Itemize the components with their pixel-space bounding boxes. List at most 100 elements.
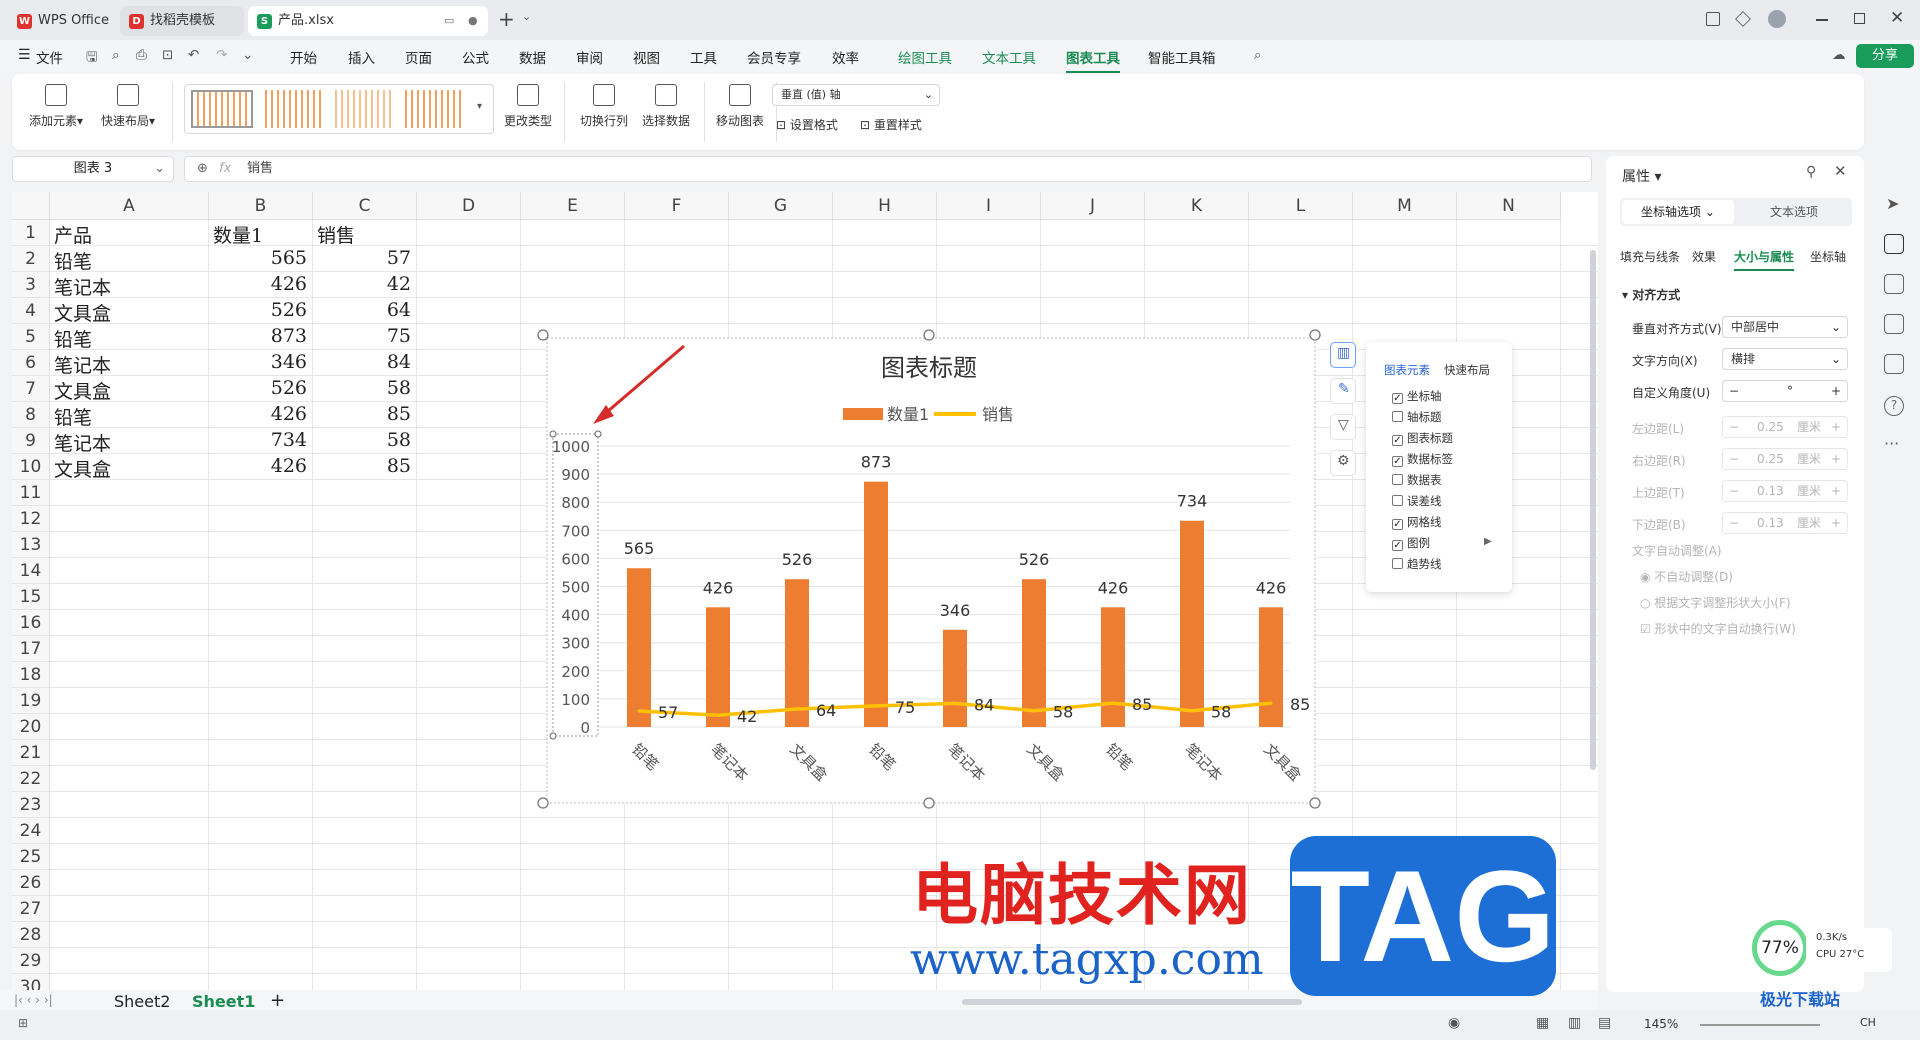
restore-icon[interactable] — [1854, 13, 1865, 24]
row-header[interactable]: 16 — [12, 610, 50, 636]
close-icon[interactable]: ✕ — [1834, 162, 1847, 180]
column-header[interactable]: K — [1145, 192, 1249, 220]
table-cell[interactable]: 铅笔 — [54, 403, 203, 429]
column-header[interactable]: F — [625, 192, 729, 220]
chevron-right-icon[interactable]: ▶ — [1484, 536, 1492, 547]
angle-stepper[interactable]: − ° + — [1722, 380, 1848, 402]
more-icon[interactable]: ⌄ — [242, 47, 253, 63]
more-icon[interactable]: ··· — [1884, 434, 1899, 453]
table-cell[interactable]: 文具盒 — [54, 377, 203, 403]
table-cell[interactable]: 铅笔 — [54, 325, 203, 351]
column-header[interactable]: A — [50, 192, 209, 220]
popup-checkbox-item[interactable]: ✓ 坐标轴 — [1392, 388, 1442, 404]
book-icon[interactable] — [1884, 354, 1904, 374]
menu-page[interactable]: 页面 — [405, 47, 432, 67]
tab-dot-icon[interactable]: ● — [468, 6, 478, 36]
eye-icon[interactable]: ◉ — [1448, 1015, 1460, 1031]
row-header[interactable]: 1 — [12, 220, 50, 246]
share-button[interactable]: 分享 — [1856, 44, 1914, 68]
checkbox-icon[interactable] — [1392, 495, 1403, 506]
margin-stepper[interactable]: −0.25 厘米 + — [1722, 416, 1848, 438]
popup-checkbox-item[interactable]: 轴标题 — [1392, 409, 1442, 425]
row-header[interactable]: 20 — [12, 714, 50, 740]
menu-start[interactable]: 开始 — [290, 47, 317, 67]
row-header[interactable]: 29 — [12, 948, 50, 974]
hamburger-icon[interactable]: ☰ — [18, 47, 31, 63]
table-cell[interactable]: 产品 — [54, 221, 203, 247]
zoom-slider[interactable] — [1700, 1024, 1820, 1026]
row-header[interactable]: 2 — [12, 246, 50, 272]
table-cell[interactable]: 58 — [317, 429, 411, 455]
menu-drawing-tools[interactable]: 绘图工具 — [898, 47, 952, 67]
margin-stepper[interactable]: −0.13 厘米 + — [1722, 512, 1848, 534]
checkbox-icon[interactable]: ✓ — [1392, 393, 1403, 404]
pin-icon[interactable]: ⚲ — [1806, 164, 1816, 180]
cursor-icon[interactable]: ➤ — [1886, 194, 1899, 213]
fx-label[interactable]: fx — [219, 157, 231, 181]
axis-selector[interactable]: 垂直 (值) 轴 ⌄ — [772, 84, 940, 106]
chart-filter-button[interactable]: ▽ — [1330, 414, 1356, 440]
table-cell[interactable]: 346 — [213, 351, 307, 377]
row-header[interactable]: 9 — [12, 428, 50, 454]
column-header[interactable]: M — [1353, 192, 1457, 220]
popup-checkbox-item[interactable]: ✓ 图表标题 — [1392, 430, 1453, 446]
row-header[interactable]: 17 — [12, 636, 50, 662]
menu-chart-tools[interactable]: 图表工具 — [1066, 47, 1120, 73]
section-alignment[interactable]: ▾ 对齐方式 — [1622, 286, 1680, 303]
column-header[interactable]: I — [937, 192, 1041, 220]
add-sheet-button[interactable]: + — [270, 990, 285, 1011]
view-normal-icon[interactable]: ▦ — [1536, 1015, 1549, 1031]
avatar[interactable] — [1768, 10, 1786, 28]
zoom-level[interactable]: 145% — [1644, 1017, 1678, 1031]
table-cell[interactable]: 64 — [317, 299, 411, 325]
search-icon[interactable]: ⌕ — [1254, 47, 1262, 63]
radio-resize-shape[interactable]: ○ 根据文字调整形状大小(F) — [1640, 594, 1791, 611]
checkbox-icon[interactable]: ✓ — [1392, 540, 1403, 551]
tab-product-xlsx[interactable]: S 产品.xlsx ▭ ● — [248, 6, 488, 36]
popup-checkbox-item[interactable]: 数据表 — [1392, 472, 1442, 488]
menu-data[interactable]: 数据 — [519, 47, 546, 67]
table-cell[interactable]: 85 — [317, 455, 411, 481]
switch-rowcol-button[interactable]: 切换行列 — [574, 84, 634, 129]
chart-style-1[interactable] — [191, 90, 253, 128]
row-header[interactable]: 15 — [12, 584, 50, 610]
subtab-effects[interactable]: 效果 — [1692, 248, 1716, 265]
table-cell[interactable]: 565 — [213, 247, 307, 273]
popup-tab-elements[interactable]: 图表元素 — [1384, 362, 1430, 378]
popup-checkbox-item[interactable]: ✓ 数据标签 — [1392, 451, 1453, 467]
row-header[interactable]: 30 — [12, 974, 50, 990]
row-header[interactable]: 18 — [12, 662, 50, 688]
chart-style-gallery[interactable]: ▾ — [184, 84, 494, 134]
tab-axis-options[interactable]: 坐标轴选项 ⌄ — [1622, 200, 1734, 224]
tab-text-options[interactable]: 文本选项 — [1738, 200, 1850, 224]
table-cell[interactable]: 数量1 — [213, 221, 307, 247]
table-cell[interactable]: 笔记本 — [54, 429, 203, 455]
row-header[interactable]: 22 — [12, 766, 50, 792]
row-header[interactable]: 12 — [12, 506, 50, 532]
menu-member[interactable]: 会员专享 — [747, 47, 801, 67]
row-header[interactable]: 4 — [12, 298, 50, 324]
save-icon[interactable]: 🖫 — [86, 47, 98, 70]
menu-formula[interactable]: 公式 — [462, 47, 489, 67]
popup-tab-layout[interactable]: 快速布局 — [1444, 362, 1490, 378]
performance-widget[interactable]: 77% 0.3K/s CPU 27°C — [1752, 920, 1898, 980]
row-header[interactable]: 10 — [12, 454, 50, 480]
undo-icon[interactable]: ↶ — [188, 47, 199, 63]
preview-icon[interactable]: ⊡ — [162, 47, 173, 63]
sheet-nav-icons[interactable]: |‹ ‹ › ›| — [14, 993, 53, 1007]
cloud-icon[interactable]: ☁ — [1832, 47, 1846, 63]
move-chart-button[interactable]: 移动图表 — [712, 84, 768, 129]
view-page-icon[interactable]: ▥ — [1568, 1015, 1581, 1031]
table-cell[interactable]: 笔记本 — [54, 273, 203, 299]
checkbox-icon[interactable]: ✓ — [1392, 456, 1403, 467]
checkbox-icon[interactable] — [1392, 411, 1403, 422]
zoom-formula-icon[interactable]: ⊕ — [197, 157, 208, 181]
tab-templates[interactable]: D 找稻壳模板 — [120, 6, 244, 36]
column-header[interactable]: J — [1041, 192, 1145, 220]
column-header[interactable]: G — [729, 192, 833, 220]
minimize-icon[interactable] — [1816, 19, 1828, 21]
row-header[interactable]: 26 — [12, 870, 50, 896]
menu-insert[interactable]: 插入 — [348, 47, 375, 67]
table-cell[interactable]: 426 — [213, 455, 307, 481]
quick-layout-button[interactable]: 快速布局▾ — [98, 84, 158, 129]
